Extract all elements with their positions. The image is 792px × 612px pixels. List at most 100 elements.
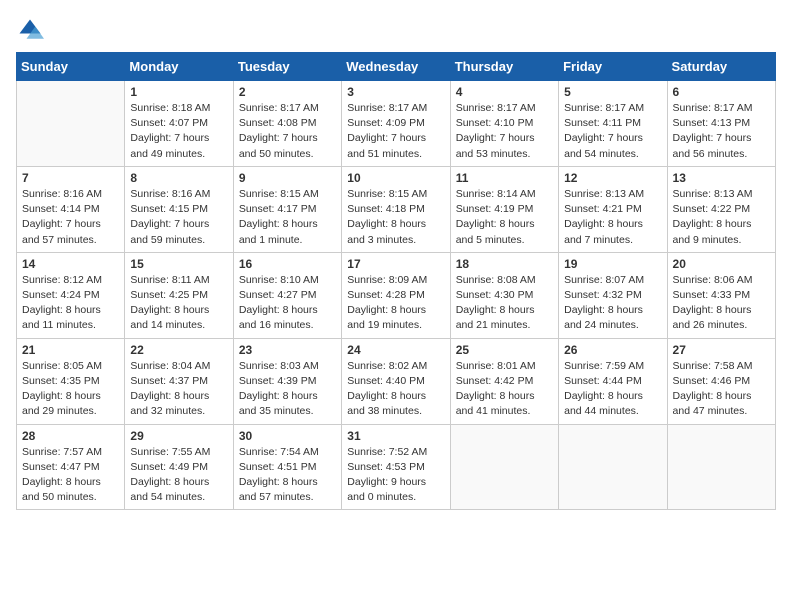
daylight-text: Daylight: 8 hours and 50 minutes. bbox=[22, 476, 101, 503]
cell-info: Sunrise: 7:59 AMSunset: 4:44 PMDaylight:… bbox=[564, 359, 661, 420]
day-number: 8 bbox=[130, 171, 227, 185]
daylight-text: Daylight: 8 hours and 5 minutes. bbox=[456, 218, 535, 245]
day-header-thursday: Thursday bbox=[450, 53, 558, 81]
day-number: 23 bbox=[239, 343, 336, 357]
cell-info: Sunrise: 8:11 AMSunset: 4:25 PMDaylight:… bbox=[130, 273, 227, 334]
calendar-cell: 7Sunrise: 8:16 AMSunset: 4:14 PMDaylight… bbox=[17, 166, 125, 252]
page-header bbox=[16, 16, 776, 44]
day-number: 25 bbox=[456, 343, 553, 357]
calendar-cell: 31 Sunrise: 7:52 AMSunset: 4:53 PMDayligh… bbox=[342, 424, 450, 510]
cell-info: Sunrise: 8:03 AMSunset: 4:39 PMDaylight:… bbox=[239, 359, 336, 420]
cell-info: Sunrise: 8:14 AM Sunset: 4:19 PM Daylight:… bbox=[456, 187, 553, 248]
day-number: 21 bbox=[22, 343, 119, 357]
day-number: 26 bbox=[564, 343, 661, 357]
cell-info: Sunrise: 8:07 AMSunset: 4:32 PMDaylight:… bbox=[564, 273, 661, 334]
sunset-text: Sunset: 4:40 PM bbox=[347, 375, 425, 387]
daylight-text: Daylight: 8 hours and 38 minutes. bbox=[347, 390, 426, 417]
sunrise-text: Sunrise: 7:54 AM bbox=[239, 446, 319, 458]
daylight-text: Daylight: 8 hours and 9 minutes. bbox=[673, 218, 752, 245]
daylight-text: Daylight: 8 hours and 1 minute. bbox=[239, 218, 318, 245]
daylight-text: Daylight: 7 hours and 49 minutes. bbox=[130, 132, 209, 159]
sunset-text: Sunset: 4:13 PM bbox=[673, 117, 751, 129]
cell-info: Sunrise: 7:54 AMSunset: 4:51 PMDaylight:… bbox=[239, 445, 336, 506]
cell-info: Sunrise: 8:15 AMSunset: 4:18 PMDaylight:… bbox=[347, 187, 444, 248]
cell-info: Sunrise: 7:58 AMSunset: 4:46 PMDaylight:… bbox=[673, 359, 770, 420]
cell-info: Sunrise: 8:13 AMSunset: 4:22 PMDaylight:… bbox=[673, 187, 770, 248]
cell-info: Sunrise: 8:06 AMSunset: 4:33 PMDaylight:… bbox=[673, 273, 770, 334]
day-number: 31 bbox=[347, 429, 444, 443]
calendar-week-row: 21Sunrise: 8:05 AMSunset: 4:35 PMDayligh… bbox=[17, 338, 776, 424]
daylight-text: Daylight: 8 hours and 19 minutes. bbox=[347, 304, 426, 331]
day-header-wednesday: Wednesday bbox=[342, 53, 450, 81]
sunrise-text: Sunrise: 7:58 AM bbox=[673, 360, 753, 372]
calendar-cell bbox=[17, 81, 125, 167]
day-number: 4 bbox=[456, 85, 553, 99]
calendar-cell: 6Sunrise: 8:17 AMSunset: 4:13 PMDaylight… bbox=[667, 81, 775, 167]
sunrise-text: Sunrise: 7:59 AM bbox=[564, 360, 644, 372]
calendar-week-row: 1Sunrise: 8:18 AMSunset: 4:07 PMDaylight… bbox=[17, 81, 776, 167]
day-header-saturday: Saturday bbox=[667, 53, 775, 81]
day-number: 5 bbox=[564, 85, 661, 99]
cell-info: Sunrise: 8:04 AMSunset: 4:37 PMDaylight:… bbox=[130, 359, 227, 420]
sunrise-text: Sunrise: 8:18 AM bbox=[130, 102, 210, 114]
sunrise-text: Sunrise: 7:57 AM bbox=[22, 446, 102, 458]
calendar-cell: 12Sunrise: 8:13 AMSunset: 4:21 PMDayligh… bbox=[559, 166, 667, 252]
daylight-text: Daylight: 8 hours and 16 minutes. bbox=[239, 304, 318, 331]
cell-info: Sunrise: 8:17 AMSunset: 4:11 PMDaylight:… bbox=[564, 101, 661, 162]
sunset-text: Sunset: 4:14 PM bbox=[22, 203, 100, 215]
sunset-text: Sunset: 4:22 PM bbox=[673, 203, 751, 215]
sunrise-text: Sunrise: 8:14 AM bbox=[456, 188, 536, 200]
daylight-text: Daylight: 8 hours and 21 minutes. bbox=[456, 304, 535, 331]
cell-info: Sunrise: 8:17 AMSunset: 4:10 PMDaylight:… bbox=[456, 101, 553, 162]
daylight-text: Daylight: 7 hours and 56 minutes. bbox=[673, 132, 752, 159]
daylight-text: Daylight: 7 hours and 57 minutes. bbox=[22, 218, 101, 245]
sunrise-text: Sunrise: 8:08 AM bbox=[456, 274, 536, 286]
daylight-text: Daylight: 8 hours and 35 minutes. bbox=[239, 390, 318, 417]
calendar-cell: 26Sunrise: 7:59 AMSunset: 4:44 PMDayligh… bbox=[559, 338, 667, 424]
daylight-text: Daylight: 7 hours and 53 minutes. bbox=[456, 132, 535, 159]
day-number: 2 bbox=[239, 85, 336, 99]
calendar-cell: 21Sunrise: 8:05 AMSunset: 4:35 PMDayligh… bbox=[17, 338, 125, 424]
calendar-cell: 10 Sunrise: 8:15 AMSunset: 4:18 PMDayligh… bbox=[342, 166, 450, 252]
sunrise-text: Sunrise: 8:17 AM bbox=[347, 102, 427, 114]
day-number: 10 bbox=[347, 171, 444, 185]
day-number: 20 bbox=[673, 257, 770, 271]
sunrise-text: Sunrise: 7:52 AM bbox=[347, 446, 427, 458]
daylight-text: Daylight: 8 hours and 7 minutes. bbox=[564, 218, 643, 245]
calendar-cell: 1Sunrise: 8:18 AMSunset: 4:07 PMDaylight… bbox=[125, 81, 233, 167]
sunset-text: Sunset: 4:35 PM bbox=[22, 375, 100, 387]
sunrise-text: Sunrise: 8:13 AM bbox=[564, 188, 644, 200]
sunset-text: Sunset: 4:15 PM bbox=[130, 203, 208, 215]
sunset-text: Sunset: 4:09 PM bbox=[347, 117, 425, 129]
cell-info: Sunrise: 7:52 AMSunset: 4:53 PMDaylight:… bbox=[347, 445, 444, 506]
sunrise-text: Sunrise: 7:55 AM bbox=[130, 446, 210, 458]
daylight-text: Daylight: 8 hours and 54 minutes. bbox=[130, 476, 209, 503]
cell-info: Sunrise: 8:16 AMSunset: 4:15 PMDaylight:… bbox=[130, 187, 227, 248]
cell-info: Sunrise: 8:17 AMSunset: 4:09 PMDaylight:… bbox=[347, 101, 444, 162]
sunset-text: Sunset: 4:08 PM bbox=[239, 117, 317, 129]
logo-icon bbox=[16, 16, 44, 44]
sunset-text: Sunset: 4:42 PM bbox=[456, 375, 534, 387]
calendar-table: SundayMondayTuesdayWednesdayThursdayFrid… bbox=[16, 52, 776, 510]
sunset-text: Sunset: 4:44 PM bbox=[564, 375, 642, 387]
sunset-text: Sunset: 4:19 PM bbox=[456, 203, 534, 215]
sunrise-text: Sunrise: 8:04 AM bbox=[130, 360, 210, 372]
calendar-cell: 5 Sunrise: 8:17 AMSunset: 4:11 PMDaylight… bbox=[559, 81, 667, 167]
day-number: 19 bbox=[564, 257, 661, 271]
sunrise-text: Sunrise: 8:06 AM bbox=[673, 274, 753, 286]
calendar-cell: 17Sunrise: 8:09 AMSunset: 4:28 PMDayligh… bbox=[342, 252, 450, 338]
calendar-cell: 4 Sunrise: 8:17 AMSunset: 4:10 PMDaylight… bbox=[450, 81, 558, 167]
day-number: 15 bbox=[130, 257, 227, 271]
sunrise-text: Sunrise: 8:01 AM bbox=[456, 360, 536, 372]
day-number: 6 bbox=[673, 85, 770, 99]
daylight-text: Daylight: 7 hours and 59 minutes. bbox=[130, 218, 209, 245]
day-number: 22 bbox=[130, 343, 227, 357]
sunset-text: Sunset: 4:30 PM bbox=[456, 289, 534, 301]
daylight-text: Daylight: 8 hours and 32 minutes. bbox=[130, 390, 209, 417]
calendar-cell: 23 Sunrise: 8:03 AMSunset: 4:39 PMDayligh… bbox=[233, 338, 341, 424]
calendar-cell: 14Sunrise: 8:12 AMSunset: 4:24 PMDayligh… bbox=[17, 252, 125, 338]
daylight-text: Daylight: 7 hours and 54 minutes. bbox=[564, 132, 643, 159]
sunrise-text: Sunrise: 8:10 AM bbox=[239, 274, 319, 286]
day-number: 16 bbox=[239, 257, 336, 271]
day-header-friday: Friday bbox=[559, 53, 667, 81]
